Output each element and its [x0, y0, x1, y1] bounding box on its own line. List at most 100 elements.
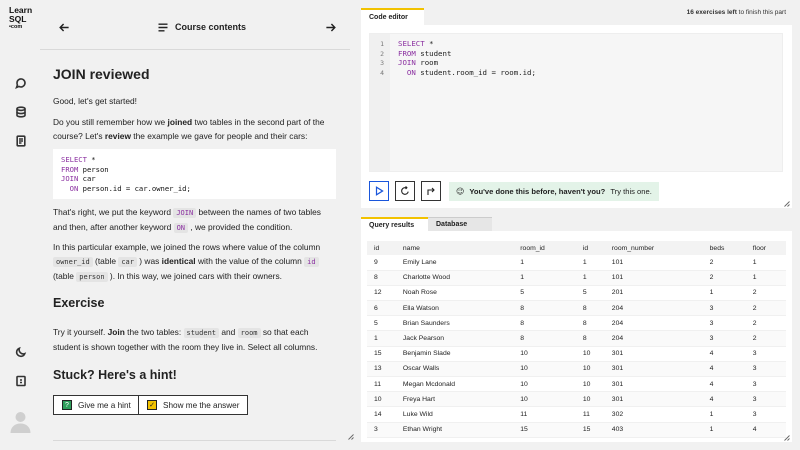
corner-arrow-icon — [427, 187, 435, 195]
chat-icon[interactable] — [14, 76, 27, 89]
reset-code-button[interactable] — [395, 181, 415, 201]
table-cell: 2 — [745, 300, 786, 317]
editor-box: 1234 SELECT * FROM student JOIN room ON st… — [361, 25, 792, 208]
editor-line: FROM student — [398, 49, 536, 59]
table-cell: 3 — [745, 406, 786, 423]
run-query-button[interactable] — [369, 181, 389, 201]
sql-keyword: FROM — [398, 48, 416, 58]
sql-keyword: ON — [61, 183, 79, 193]
lesson-footer-divider — [53, 440, 336, 441]
editor-line: SELECT * — [398, 39, 536, 49]
tab-database[interactable]: Database — [428, 217, 492, 231]
table-cell: Jack Pearson — [395, 330, 514, 347]
table-cell: 201 — [604, 285, 703, 302]
sql-text: student — [415, 48, 452, 58]
sql-keyword: SELECT — [398, 39, 425, 48]
table-cell: 3 — [702, 300, 746, 317]
sql-keyword: FROM — [61, 164, 79, 174]
database-icon[interactable] — [14, 105, 27, 118]
table-cell: Charlotte Wood — [395, 270, 514, 286]
table-cell: 3 — [745, 391, 786, 408]
logo-line-2: SQL — [9, 14, 27, 24]
sql-keyword: JOIN — [61, 174, 79, 184]
table-row: 12 Noah Rose 5 5 201 1 2 — [367, 285, 786, 302]
table-cell: 14 — [367, 406, 396, 423]
table-row: 11 Megan Mcdonald 10 10 301 4 3 — [367, 376, 786, 393]
previous-arrow-icon[interactable] — [57, 20, 71, 34]
line-number: 3 — [380, 59, 384, 68]
course-contents-button[interactable]: Course contents — [158, 22, 246, 32]
table-cell: 10 — [513, 361, 576, 378]
table-room: room — [237, 328, 261, 338]
table-cell: Megan Mcdonald — [395, 376, 514, 393]
example-line: FROM person — [61, 165, 328, 175]
table-cell: 3 — [745, 346, 786, 362]
learnsql-logo[interactable]: Learn SQL •com — [9, 6, 32, 31]
banner-try-link[interactable]: Try this one. — [610, 187, 652, 196]
table-cell: 1 — [702, 285, 746, 302]
table-row: 10 Freya Hart 10 10 301 4 3 — [367, 391, 786, 408]
sql-code-text[interactable]: SELECT * FROM student JOIN room ON student… — [398, 39, 536, 78]
results-table: id name room_id id room_number beds floor 9 Emi… — [367, 241, 786, 438]
tab-code-editor[interactable]: Code editor — [361, 8, 424, 25]
banner-bold-text: You've done this before, haven't you? — [469, 187, 606, 196]
checkmark-icon: ✓ — [147, 400, 157, 410]
lesson-header: Course contents — [40, 0, 350, 50]
results-panel: Query results Database id name room_id id ro… — [361, 217, 792, 442]
list-icon — [158, 23, 168, 31]
show-answer-label: Show me the answer — [163, 400, 240, 410]
table-cell: 15 — [513, 422, 576, 438]
tab-query-results[interactable]: Query results — [361, 217, 428, 231]
line-number: 2 — [380, 49, 384, 58]
resize-grip-icon[interactable] — [783, 200, 790, 207]
moon-icon[interactable] — [14, 345, 27, 358]
table-cell: 8 — [513, 315, 576, 332]
lesson-paragraph-2: Do you still remember how we joined two … — [53, 117, 325, 141]
table-row: 15 Benjamin Slade 10 10 301 4 3 — [367, 346, 786, 362]
left-sidebar: Learn SQL •com — [0, 0, 40, 450]
table-cell: 4 — [702, 346, 746, 362]
table-cell: 15 — [575, 422, 605, 438]
table-cell: 12 — [367, 285, 396, 302]
table-cell: 302 — [604, 406, 703, 423]
sql-keyword: ON — [398, 68, 416, 78]
table-cell: 403 — [604, 422, 703, 438]
show-answer-button[interactable]: ✓ Show me the answer — [138, 395, 249, 415]
table-cell: 10 — [513, 376, 576, 393]
column-header: floor — [745, 241, 786, 255]
table-row: 5 Brian Saunders 8 8 204 3 2 — [367, 315, 786, 332]
resize-grip-icon[interactable] — [783, 434, 790, 441]
table-cell: 1 — [367, 330, 396, 347]
keyboard-icon[interactable] — [14, 374, 27, 387]
table-person: person — [76, 272, 108, 282]
editor-line: ON student.room_id = room.id; — [398, 68, 536, 78]
table-cell: 5 — [575, 285, 605, 302]
avatar[interactable] — [10, 410, 31, 433]
example-line: ON person.id = car.owner_id; — [61, 184, 328, 194]
logo-line-3: •com — [9, 24, 23, 30]
table-cell: 13 — [367, 361, 396, 378]
line-number-gutter: 1234 — [370, 34, 390, 171]
table-cell: 10 — [575, 361, 605, 378]
sql-text: student.room_id = room.id; — [415, 68, 536, 78]
table-cell: 3 — [702, 315, 746, 332]
table-row: 1 Jack Pearson 8 8 204 3 2 — [367, 330, 786, 347]
table-cell: Freya Hart — [395, 391, 514, 408]
table-cell: 101 — [604, 255, 703, 271]
table-cell: 1 — [745, 255, 786, 271]
column-id: id — [304, 257, 319, 267]
resize-grip-icon[interactable] — [347, 433, 354, 440]
sql-code-input[interactable]: 1234 SELECT * FROM student JOIN room ON st… — [369, 33, 783, 172]
sql-text: * — [424, 39, 434, 48]
document-icon[interactable] — [14, 134, 27, 147]
example-code-block: SELECT * FROM person JOIN car ON person.id… — [53, 149, 336, 199]
table-cell: Brian Saunders — [395, 315, 514, 332]
play-icon — [375, 186, 384, 196]
give-hint-button[interactable]: ? Give me a hint — [53, 395, 140, 415]
format-code-button[interactable] — [421, 181, 441, 201]
next-arrow-icon[interactable] — [323, 20, 337, 34]
table-row: 3 Ethan Wright 15 15 403 1 4 — [367, 422, 786, 438]
table-cell: 4 — [702, 376, 746, 393]
lesson-title: JOIN reviewed — [53, 66, 150, 82]
table-cell: Benjamin Slade — [395, 346, 514, 362]
